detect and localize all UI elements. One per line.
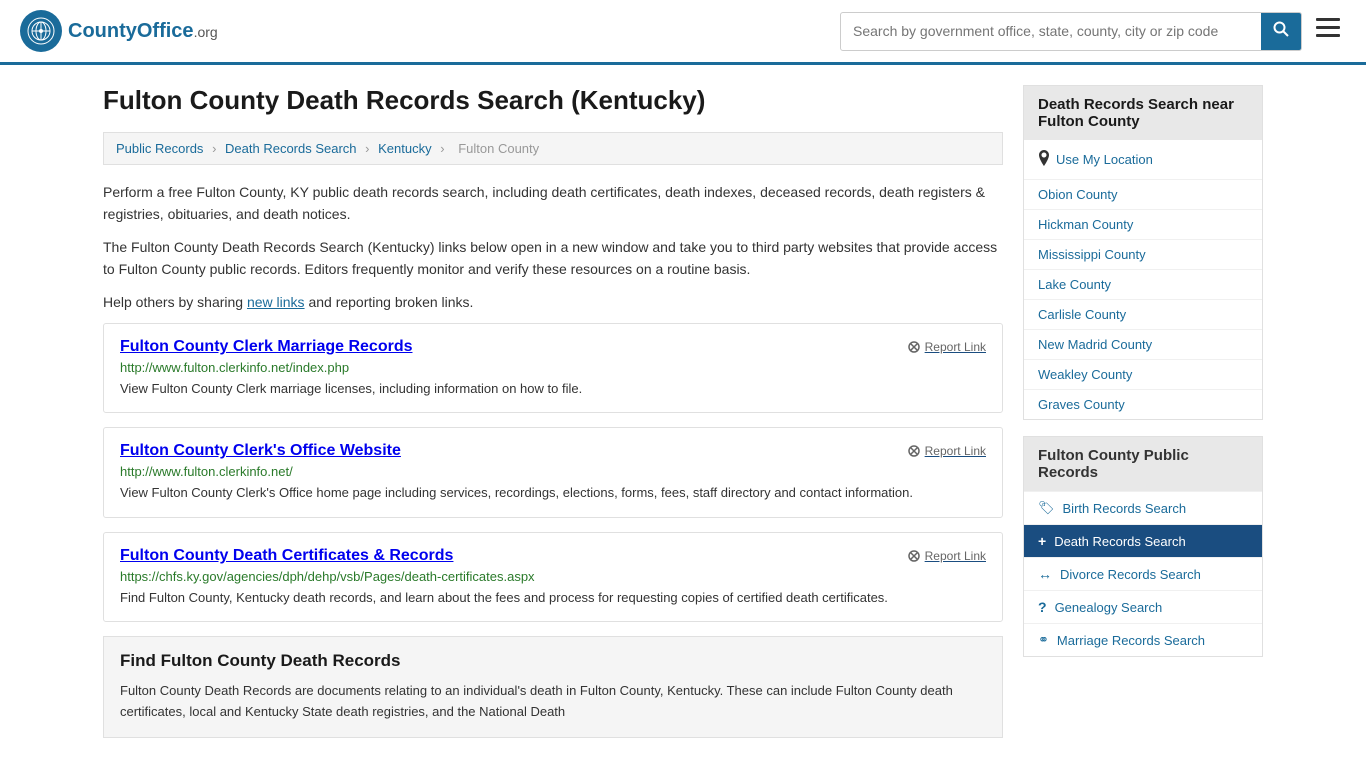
result-title-3: Fulton County Death Certificates & Recor… [120, 547, 986, 565]
nearby-link-weakley[interactable]: Weakley County [1038, 367, 1132, 382]
report-link-2[interactable]: Report Link [907, 444, 986, 458]
sidebar-public-records: Fulton County Public Records 🏷 Birth Rec… [1023, 436, 1263, 657]
use-my-location[interactable]: Use My Location [1056, 152, 1153, 167]
public-record-divorce[interactable]: ↔ Divorce Records Search [1024, 557, 1262, 590]
find-paragraph: Fulton County Death Records are document… [120, 681, 986, 723]
breadcrumb-current: Fulton County [458, 141, 539, 156]
header: CountyOffice.org [0, 0, 1366, 65]
nearby-weakley: Weakley County [1024, 359, 1262, 389]
death-records-label: Death Records Search [1054, 534, 1186, 549]
content-area: Fulton County Death Records Search (Kent… [103, 85, 1003, 738]
public-record-birth[interactable]: 🏷 Birth Records Search [1024, 491, 1262, 524]
birth-icon: 🏷 [1038, 500, 1055, 516]
nearby-link-graves[interactable]: Graves County [1038, 397, 1125, 412]
public-record-death[interactable]: + Death Records Search [1024, 524, 1262, 557]
intro-paragraph-2: The Fulton County Death Records Search (… [103, 236, 1003, 281]
nearby-lake: Lake County [1024, 269, 1262, 299]
find-title: Find Fulton County Death Records [120, 651, 986, 671]
search-input[interactable] [841, 15, 1261, 47]
nearby-link-lake[interactable]: Lake County [1038, 277, 1111, 292]
report-link-1[interactable]: Report Link [907, 340, 986, 354]
result-title-2: Fulton County Clerk's Office Website Rep… [120, 442, 986, 460]
search-area [840, 12, 1346, 51]
public-record-genealogy[interactable]: ? Genealogy Search [1024, 590, 1262, 623]
sidebar-public-records-header: Fulton County Public Records [1024, 437, 1262, 491]
menu-button[interactable] [1310, 12, 1346, 50]
nearby-link-mississippi[interactable]: Mississippi County [1038, 247, 1146, 262]
pin-icon [1038, 150, 1050, 169]
nearby-link-carlisle[interactable]: Carlisle County [1038, 307, 1126, 322]
nearby-link-new-madrid[interactable]: New Madrid County [1038, 337, 1152, 352]
result-url-3: https://chfs.ky.gov/agencies/dph/dehp/vs… [120, 569, 986, 584]
nearby-link-hickman[interactable]: Hickman County [1038, 217, 1133, 232]
death-icon: + [1038, 533, 1046, 549]
result-title-1: Fulton County Clerk Marriage Records Rep… [120, 338, 986, 356]
main-container: Fulton County Death Records Search (Kent… [83, 65, 1283, 758]
report-link-3[interactable]: Report Link [907, 549, 986, 563]
nearby-mississippi: Mississippi County [1024, 239, 1262, 269]
result-card-3: Fulton County Death Certificates & Recor… [103, 532, 1003, 623]
result-desc-1: View Fulton County Clerk marriage licens… [120, 379, 986, 399]
result-desc-2: View Fulton County Clerk's Office home p… [120, 483, 986, 503]
result-link-3[interactable]: Fulton County Death Certificates & Recor… [120, 547, 453, 565]
find-section: Find Fulton County Death Records Fulton … [103, 636, 1003, 738]
divorce-records-link[interactable]: Divorce Records Search [1060, 567, 1201, 582]
sidebar-nearby: Death Records Search near Fulton County … [1023, 85, 1263, 420]
search-box [840, 12, 1302, 51]
breadcrumb: Public Records › Death Records Search › … [103, 132, 1003, 165]
public-record-marriage[interactable]: ⚭ Marriage Records Search [1024, 623, 1262, 656]
intro-paragraph-1: Perform a free Fulton County, KY public … [103, 181, 1003, 226]
breadcrumb-kentucky[interactable]: Kentucky [378, 141, 431, 156]
nearby-obion: Obion County [1024, 179, 1262, 209]
birth-records-link[interactable]: Birth Records Search [1063, 501, 1187, 516]
nearby-link-obion[interactable]: Obion County [1038, 187, 1118, 202]
nearby-graves: Graves County [1024, 389, 1262, 419]
sidebar-use-location: Use My Location [1024, 140, 1262, 179]
genealogy-link[interactable]: Genealogy Search [1055, 600, 1163, 615]
search-button[interactable] [1261, 13, 1301, 50]
logo-area: CountyOffice.org [20, 10, 218, 52]
nearby-new-madrid: New Madrid County [1024, 329, 1262, 359]
nearby-hickman: Hickman County [1024, 209, 1262, 239]
breadcrumb-public-records[interactable]: Public Records [116, 141, 203, 156]
result-card-2: Fulton County Clerk's Office Website Rep… [103, 427, 1003, 518]
result-url-2: http://www.fulton.clerkinfo.net/ [120, 464, 986, 479]
result-link-1[interactable]: Fulton County Clerk Marriage Records [120, 338, 413, 356]
result-card-1: Fulton County Clerk Marriage Records Rep… [103, 323, 1003, 414]
logo-icon [20, 10, 62, 52]
new-links[interactable]: new links [247, 294, 305, 310]
marriage-icon: ⚭ [1038, 632, 1049, 648]
result-link-2[interactable]: Fulton County Clerk's Office Website [120, 442, 401, 460]
breadcrumb-death-records[interactable]: Death Records Search [225, 141, 357, 156]
sidebar: Death Records Search near Fulton County … [1023, 85, 1263, 738]
genealogy-icon: ? [1038, 599, 1047, 615]
logo-text: CountyOffice.org [68, 20, 218, 43]
page-title: Fulton County Death Records Search (Kent… [103, 85, 1003, 116]
intro-paragraph-3: Help others by sharing new links and rep… [103, 291, 1003, 313]
marriage-records-link[interactable]: Marriage Records Search [1057, 633, 1205, 648]
sidebar-nearby-header: Death Records Search near Fulton County [1024, 86, 1262, 140]
result-desc-3: Find Fulton County, Kentucky death recor… [120, 588, 986, 608]
nearby-carlisle: Carlisle County [1024, 299, 1262, 329]
divorce-icon: ↔ [1038, 566, 1052, 582]
result-url-1: http://www.fulton.clerkinfo.net/index.ph… [120, 360, 986, 375]
